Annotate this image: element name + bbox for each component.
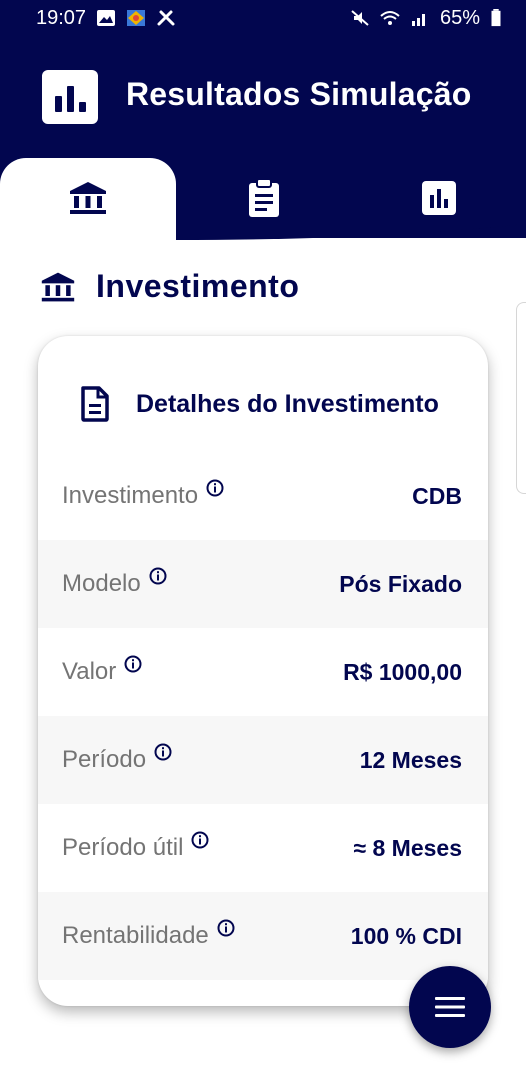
logo-bar: [66, 86, 74, 112]
wifi-icon: [380, 11, 400, 25]
app-notification-icon: [127, 10, 146, 26]
detail-label-text: Valor: [62, 658, 117, 685]
detail-row-periodo-util: Período útil ≈ 8 Meses: [38, 804, 488, 892]
info-icon[interactable]: [217, 919, 235, 937]
battery-percentage: 65%: [439, 6, 480, 29]
tab-chart[interactable]: [352, 158, 526, 238]
info-icon[interactable]: [124, 655, 142, 673]
status-left: 19:07: [36, 7, 176, 30]
status-right: 65%: [350, 7, 502, 30]
bank-icon: [70, 182, 106, 214]
detail-row-rentabilidade: Rentabilidade 100 % CDI: [38, 892, 488, 980]
detail-value: 12 Meses: [359, 746, 462, 773]
logo-bar: [54, 96, 62, 112]
battery-icon: [491, 9, 501, 27]
detail-label: Rentabilidade: [62, 919, 235, 950]
detail-value: 100 % CDI: [350, 922, 462, 949]
investment-details-card: Detalhes do Investimento Investimento CD…: [38, 336, 488, 1006]
logo-bar: [78, 102, 86, 112]
detail-value: CDB: [412, 482, 462, 509]
detail-label-text: Período útil: [62, 834, 184, 861]
detail-label: Valor: [62, 655, 142, 686]
details-list: Investimento CDB Modelo Pós Fixado Valor…: [38, 452, 488, 980]
tab-bar: [0, 158, 526, 238]
detail-label-text: Período: [62, 746, 147, 773]
detail-row-periodo: Período 12 Meses: [38, 716, 488, 804]
signal-icon: [411, 14, 425, 26]
section-header: Investimento: [40, 268, 299, 305]
menu-button[interactable]: [409, 966, 491, 1048]
detail-label: Período: [62, 743, 172, 774]
detail-row-investimento: Investimento CDB: [38, 452, 488, 540]
tab-investment[interactable]: [0, 158, 176, 238]
page-title: Resultados Simulação: [126, 76, 472, 112]
detail-value: Pós Fixado: [339, 570, 462, 597]
detail-label: Investimento: [62, 479, 224, 510]
mute-icon: [351, 10, 369, 26]
tools-notification-icon: [157, 10, 175, 26]
detail-label-text: Rentabilidade: [62, 922, 209, 949]
status-bar: 19:07 65%: [0, 0, 526, 36]
detail-label-text: Modelo: [62, 570, 141, 597]
detail-label-text: Investimento: [62, 482, 199, 509]
gallery-notification-icon: [97, 10, 116, 26]
info-icon[interactable]: [149, 567, 167, 585]
detail-value: ≈ 8 Meses: [353, 834, 462, 861]
info-icon[interactable]: [191, 831, 209, 849]
menu-icon: [435, 997, 465, 1017]
detail-row-modelo: Modelo Pós Fixado: [38, 540, 488, 628]
clipboard-icon: [249, 178, 279, 217]
app-logo-icon: [42, 70, 98, 124]
next-card-edge[interactable]: [516, 302, 526, 494]
detail-row-valor: Valor R$ 1000,00: [38, 628, 488, 716]
tab-details[interactable]: [176, 158, 352, 238]
detail-value: R$ 1000,00: [343, 658, 462, 685]
info-icon[interactable]: [154, 743, 172, 761]
bank-icon: [41, 272, 75, 301]
info-icon[interactable]: [206, 479, 224, 497]
document-icon: [81, 386, 109, 422]
detail-label: Período útil: [62, 831, 209, 862]
bar-chart-icon: [422, 181, 456, 215]
card-title: Detalhes do Investimento: [136, 389, 439, 418]
detail-label: Modelo: [62, 567, 167, 598]
status-time: 19:07: [36, 6, 87, 29]
card-header: Detalhes do Investimento: [38, 376, 488, 432]
section-title: Investimento: [96, 268, 300, 304]
